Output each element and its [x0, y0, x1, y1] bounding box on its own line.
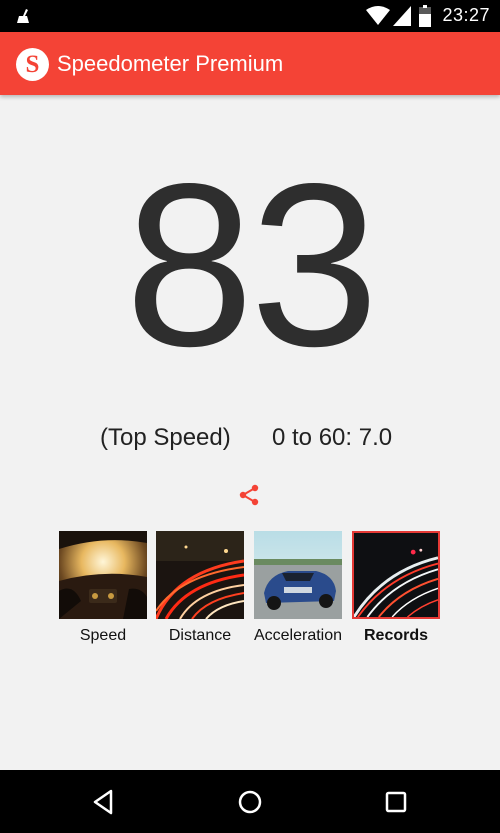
tab-label-records: Records: [363, 627, 429, 644]
recents-icon[interactable]: [382, 788, 410, 816]
home-icon[interactable]: [236, 788, 264, 816]
status-bar: 23:27: [0, 0, 500, 32]
signal-icon: [393, 6, 411, 26]
app-logo: S: [16, 48, 49, 81]
status-time: 23:27: [442, 5, 490, 25]
app-bar: S Speedometer Premium: [0, 32, 500, 95]
tab-speed[interactable]: Speed: [59, 531, 147, 645]
back-icon[interactable]: [90, 788, 118, 816]
top-speed-label: (Top Speed): [100, 424, 231, 451]
wifi-icon: [366, 6, 390, 25]
navigation-bar: [0, 770, 500, 833]
tab-acceleration[interactable]: Acceleration: [254, 531, 342, 645]
sports-car-thumbnail: [254, 531, 342, 619]
car-dashboard-thumbnail: [59, 531, 147, 619]
stats-row: (Top Speed) 0 to 60: 7.0: [0, 424, 500, 458]
speed-value: 83: [124, 136, 379, 395]
tab-distance[interactable]: Distance: [156, 531, 244, 645]
app-title: Speedometer Premium: [57, 51, 284, 76]
tab-records[interactable]: Records: [352, 531, 440, 645]
share-icon[interactable]: [237, 483, 261, 507]
night-highway-thumbnail: [156, 531, 244, 619]
cleaner-icon: [17, 9, 29, 23]
battery-icon: [419, 5, 431, 27]
light-trails-thumbnail: [352, 531, 440, 619]
acceleration-stat: 0 to 60: 7.0: [272, 424, 393, 451]
